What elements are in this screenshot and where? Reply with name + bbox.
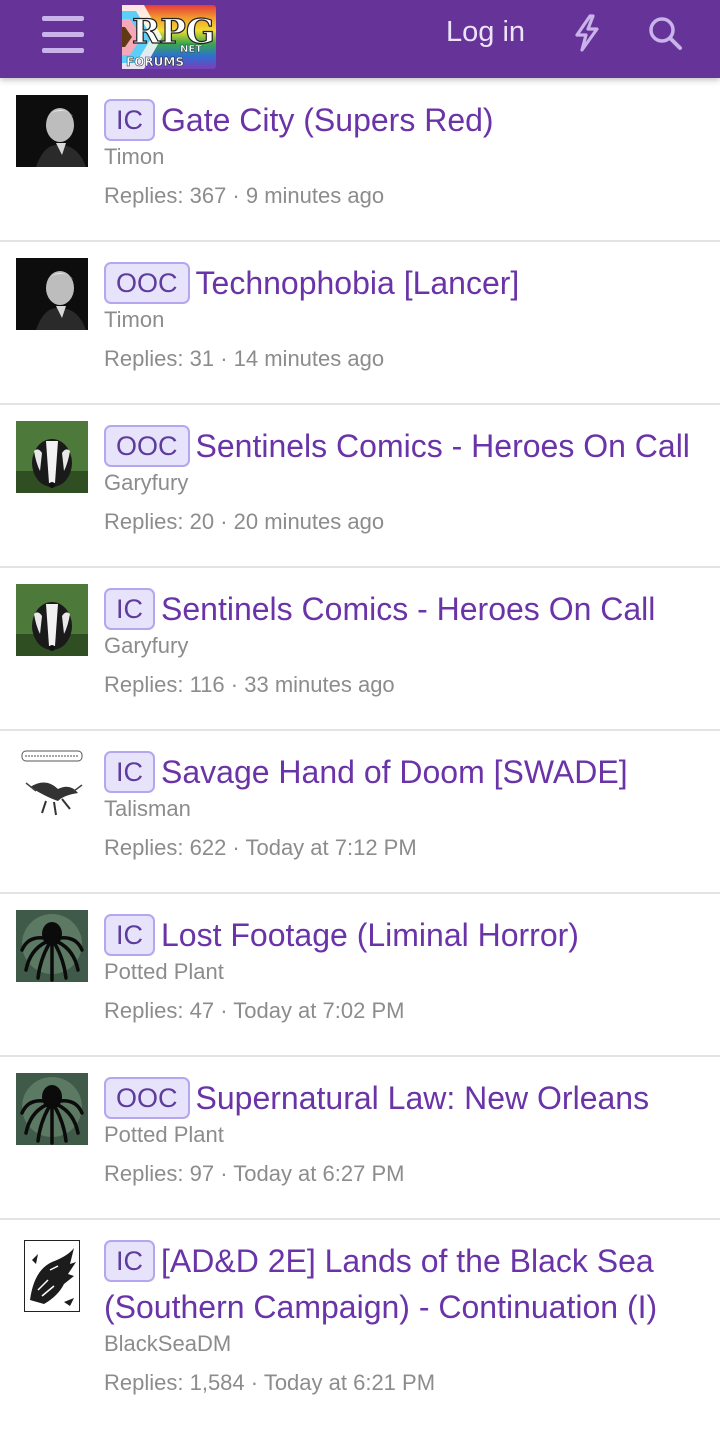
- search-icon[interactable]: [646, 14, 684, 52]
- thread-title-line: OOC Sentinels Comics - Heroes On Call: [104, 423, 708, 469]
- prefix-badge[interactable]: IC: [104, 99, 155, 141]
- user-avatar[interactable]: [16, 584, 88, 656]
- thread-title-link[interactable]: Technophobia [Lancer]: [196, 265, 520, 301]
- user-avatar[interactable]: [16, 747, 88, 819]
- thread-title-link[interactable]: [AD&D 2E] Lands of the Black Sea (Southe…: [104, 1243, 657, 1325]
- thread-title-line: IC [AD&D 2E] Lands of the Black Sea (Sout…: [104, 1238, 708, 1330]
- svg-text:FORUMS: FORUMS: [126, 55, 184, 69]
- thread-author[interactable]: Garyfury: [104, 632, 708, 660]
- thread-row[interactable]: IC Gate City (Supers Red) Timon Replies: …: [0, 79, 720, 242]
- last-post-time[interactable]: 9 minutes ago: [246, 183, 384, 208]
- last-post-time[interactable]: Today at 7:12 PM: [245, 835, 416, 860]
- thread-title-line: IC Savage Hand of Doom [SWADE]: [104, 749, 708, 795]
- prefix-badge[interactable]: OOC: [104, 262, 190, 304]
- user-avatar[interactable]: [16, 421, 88, 493]
- reply-count: Replies: 367: [104, 183, 227, 208]
- reply-count: Replies: 47: [104, 998, 215, 1023]
- thread-row[interactable]: IC Lost Footage (Liminal Horror) Potted P…: [0, 894, 720, 1057]
- user-avatar[interactable]: [16, 95, 88, 167]
- reply-count: Replies: 116: [104, 672, 225, 697]
- prefix-badge[interactable]: OOC: [104, 425, 190, 467]
- last-post-time[interactable]: Today at 6:21 PM: [264, 1370, 435, 1395]
- thread-list: IC Gate City (Supers Red) Timon Replies: …: [0, 79, 720, 1430]
- thread-title-link[interactable]: Supernatural Law: New Orleans: [196, 1080, 650, 1116]
- thread-title-link[interactable]: Sentinels Comics - Heroes On Call: [196, 428, 690, 464]
- thread-row[interactable]: IC Sentinels Comics - Heroes On Call Gary…: [0, 568, 720, 731]
- last-post-time[interactable]: 14 minutes ago: [234, 346, 384, 371]
- thread-meta: Replies: 31 · 14 minutes ago: [104, 346, 385, 371]
- user-avatar[interactable]: [16, 1073, 88, 1145]
- thread-meta: Replies: 367 · 9 minutes ago: [104, 183, 385, 208]
- user-avatar[interactable]: [16, 910, 88, 982]
- user-avatar[interactable]: [16, 258, 88, 330]
- thread-row[interactable]: OOC Sentinels Comics - Heroes On Call Gar…: [0, 405, 720, 568]
- thread-meta: Replies: 97 · Today at 6:27 PM: [104, 1161, 405, 1186]
- thread-author[interactable]: Potted Plant: [104, 1121, 708, 1149]
- thread-meta: Replies: 1,584 · Today at 6:21 PM: [104, 1370, 436, 1395]
- thread-author[interactable]: Timon: [104, 306, 708, 334]
- thread-meta: Replies: 20 · 20 minutes ago: [104, 509, 385, 534]
- menu-icon[interactable]: [42, 16, 84, 54]
- thread-meta: Replies: 622 · Today at 7:12 PM: [104, 835, 417, 860]
- reply-count: Replies: 31: [104, 346, 215, 371]
- reply-count: Replies: 1,584: [104, 1370, 245, 1395]
- top-app-bar: RPG NET FORUMS Log in: [0, 0, 720, 78]
- thread-title-line: OOC Supernatural Law: New Orleans: [104, 1075, 708, 1121]
- bolt-icon[interactable]: [571, 13, 603, 53]
- thread-title-line: OOC Technophobia [Lancer]: [104, 260, 708, 306]
- thread-row[interactable]: IC [AD&D 2E] Lands of the Black Sea (Sout…: [0, 1220, 720, 1430]
- thread-title-link[interactable]: Gate City (Supers Red): [161, 102, 494, 138]
- login-button[interactable]: Log in: [446, 16, 525, 49]
- last-post-time[interactable]: Today at 6:27 PM: [233, 1161, 404, 1186]
- thread-row[interactable]: OOC Supernatural Law: New Orleans Potted …: [0, 1057, 720, 1220]
- logo-text-rpg: RPG: [132, 12, 215, 52]
- prefix-badge[interactable]: OOC: [104, 1077, 190, 1119]
- thread-title-line: IC Sentinels Comics - Heroes On Call: [104, 586, 708, 632]
- thread-author[interactable]: Talisman: [104, 795, 708, 823]
- thread-title-link[interactable]: Savage Hand of Doom [SWADE]: [161, 754, 628, 790]
- thread-meta: Replies: 116 · 33 minutes ago: [104, 672, 395, 697]
- thread-title-line: IC Gate City (Supers Red): [104, 97, 708, 143]
- last-post-time[interactable]: 33 minutes ago: [244, 672, 394, 697]
- reply-count: Replies: 20: [104, 509, 215, 534]
- thread-author[interactable]: BlackSeaDM: [104, 1330, 708, 1358]
- svg-text:NET: NET: [180, 44, 202, 55]
- last-post-time[interactable]: Today at 7:02 PM: [233, 998, 404, 1023]
- last-post-time[interactable]: 20 minutes ago: [234, 509, 384, 534]
- reply-count: Replies: 97: [104, 1161, 215, 1186]
- thread-author[interactable]: Garyfury: [104, 469, 708, 497]
- thread-author[interactable]: Potted Plant: [104, 958, 708, 986]
- thread-row[interactable]: OOC Technophobia [Lancer] Timon Replies: …: [0, 242, 720, 405]
- prefix-badge[interactable]: IC: [104, 914, 155, 956]
- thread-row[interactable]: IC Savage Hand of Doom [SWADE] Talisman R…: [0, 731, 720, 894]
- prefix-badge[interactable]: IC: [104, 751, 155, 793]
- site-logo[interactable]: RPG NET FORUMS: [122, 5, 216, 69]
- prefix-badge[interactable]: IC: [104, 1240, 155, 1282]
- prefix-badge[interactable]: IC: [104, 588, 155, 630]
- thread-meta: Replies: 47 · Today at 7:02 PM: [104, 998, 405, 1023]
- thread-title-link[interactable]: Lost Footage (Liminal Horror): [161, 917, 579, 953]
- user-avatar[interactable]: [24, 1240, 80, 1312]
- thread-title-link[interactable]: Sentinels Comics - Heroes On Call: [161, 591, 655, 627]
- thread-author[interactable]: Timon: [104, 143, 708, 171]
- reply-count: Replies: 622: [104, 835, 227, 860]
- thread-title-line: IC Lost Footage (Liminal Horror): [104, 912, 708, 958]
